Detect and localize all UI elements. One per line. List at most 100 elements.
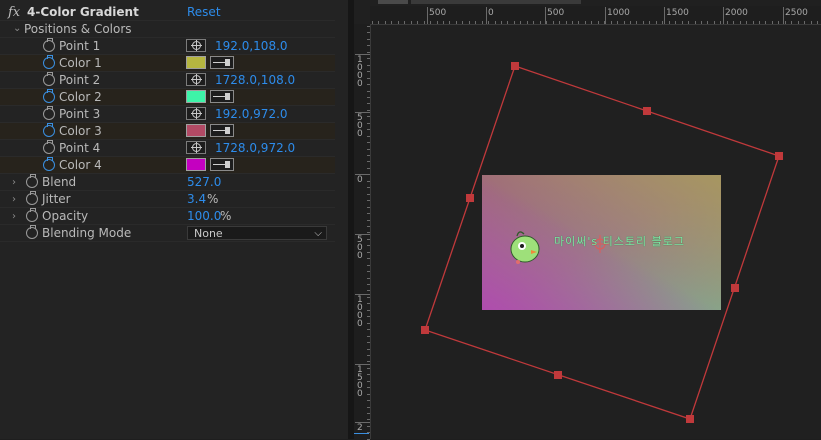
vertical-ruler[interactable]: 1000 500 0 500 1000 1500 2	[354, 24, 371, 440]
color-1-label: Color 1	[59, 56, 102, 70]
jitter-label: Jitter	[42, 192, 71, 206]
effect-header-row[interactable]: fx 4-Color Gradient Reset	[0, 4, 335, 21]
color-1-row: Color 1	[0, 55, 335, 72]
point-2-label: Point 2	[59, 73, 101, 87]
ruler-label: 2000	[725, 8, 748, 18]
handle-top-mid[interactable]	[643, 107, 651, 115]
stopwatch-icon[interactable]	[43, 38, 55, 52]
ruler-major-tick	[486, 7, 487, 24]
opacity-row: › Opacity 100.0 %	[0, 208, 335, 225]
jitter-row: › Jitter 3.4 %	[0, 191, 335, 208]
chevron-right-icon[interactable]: ›	[12, 208, 16, 225]
ruler-label: 1000	[357, 295, 363, 329]
eyedropper-icon[interactable]	[210, 124, 234, 137]
stopwatch-icon[interactable]	[43, 123, 55, 137]
ruler-label: 1500	[666, 8, 689, 18]
eyedropper-icon[interactable]	[210, 158, 234, 171]
blend-label: Blend	[42, 175, 77, 189]
watermark: 마이써's 티스토리 블로그	[504, 230, 714, 262]
stopwatch-icon[interactable]	[26, 225, 38, 239]
color-3-label: Color 3	[59, 124, 102, 138]
stopwatch-icon[interactable]	[43, 140, 55, 154]
ruler-major-tick	[427, 7, 428, 24]
horizontal-ruler[interactable]: 500 0 500 1000 1500 2000 2500	[370, 6, 821, 25]
handle-bottom-left[interactable]	[421, 326, 429, 334]
viewer-tab-bar	[411, 0, 581, 4]
blending-mode-label: Blending Mode	[42, 226, 132, 240]
ruler-label: 2500	[785, 8, 808, 18]
stopwatch-icon[interactable]	[43, 106, 55, 120]
opacity-value[interactable]: 100.0	[187, 208, 221, 225]
ruler-label: 0	[357, 175, 363, 185]
point-3-value[interactable]: 192.0,972.0	[215, 106, 288, 123]
opacity-label: Opacity	[42, 209, 89, 223]
stopwatch-icon[interactable]	[26, 208, 38, 222]
ruler-major-tick	[783, 7, 784, 24]
crosshair-icon[interactable]	[186, 141, 206, 154]
stopwatch-icon[interactable]	[26, 191, 38, 205]
color-2-row: Color 2	[0, 89, 335, 106]
fx-icon[interactable]: fx	[8, 4, 20, 21]
chevron-down-icon: ⌵	[314, 228, 322, 239]
chevron-right-icon[interactable]: ›	[12, 191, 16, 208]
jitter-unit: %	[207, 192, 219, 206]
jitter-value[interactable]: 3.4	[187, 191, 206, 208]
ruler-label: 500	[357, 113, 363, 139]
color-3-row: Color 3	[0, 123, 335, 140]
reset-button[interactable]: Reset	[187, 4, 221, 21]
handle-top-left[interactable]	[511, 62, 519, 70]
ruler-major-tick	[664, 7, 665, 24]
point-4-value[interactable]: 1728.0,972.0	[215, 140, 295, 157]
effect-controls-panel: fx 4-Color Gradient Reset ⌄ Positions & …	[0, 0, 348, 439]
color-2-swatch[interactable]	[186, 90, 206, 103]
stopwatch-icon[interactable]	[43, 157, 55, 171]
color-4-label: Color 4	[59, 158, 102, 172]
group-label: Positions & Colors	[24, 22, 132, 36]
color-3-swatch[interactable]	[186, 124, 206, 137]
viewer-tab[interactable]	[378, 0, 408, 4]
blend-row: › Blend 527.0	[0, 174, 335, 191]
crosshair-icon[interactable]	[186, 73, 206, 86]
ruler-label: 500	[357, 235, 363, 261]
ruler-label: 500	[547, 8, 565, 18]
watermark-text: 마이써's 티스토리 블로그	[554, 235, 685, 248]
effect-name: 4-Color Gradient	[27, 5, 139, 19]
point-2-row: Point 2 1728.0,108.0	[0, 72, 335, 89]
crosshair-icon[interactable]	[186, 107, 206, 120]
ruler-major-tick	[545, 7, 546, 24]
point-1-row: Point 1 192.0,108.0	[0, 38, 335, 55]
ruler-label: 1500	[357, 365, 363, 399]
ruler-label: 1000	[357, 55, 363, 89]
eyedropper-icon[interactable]	[210, 90, 234, 103]
point-3-row: Point 3 192.0,972.0	[0, 106, 335, 123]
point-3-label: Point 3	[59, 107, 101, 121]
ruler-major-tick	[605, 7, 606, 24]
handle-top-right[interactable]	[775, 152, 783, 160]
stopwatch-icon[interactable]	[43, 72, 55, 86]
handle-right-mid[interactable]	[731, 284, 739, 292]
handle-bottom-right[interactable]	[686, 415, 694, 423]
ruler-label: 1000	[607, 8, 630, 18]
stopwatch-icon[interactable]	[26, 174, 38, 188]
point-4-label: Point 4	[59, 141, 101, 155]
chevron-right-icon[interactable]: ›	[12, 174, 16, 191]
ruler-label: 2	[357, 423, 363, 433]
blend-value[interactable]: 527.0	[187, 174, 221, 191]
eyedropper-icon[interactable]	[210, 56, 234, 69]
blending-mode-select[interactable]: None ⌵	[187, 226, 327, 240]
stopwatch-icon[interactable]	[43, 89, 55, 103]
blending-mode-row: Blending Mode None ⌵	[0, 225, 335, 242]
handle-bottom-mid[interactable]	[554, 371, 562, 379]
chevron-down-icon[interactable]: ⌄	[13, 20, 21, 37]
ruler-label: 0	[488, 8, 494, 18]
color-1-swatch[interactable]	[186, 56, 206, 69]
point-4-row: Point 4 1728.0,972.0	[0, 140, 335, 157]
color-4-swatch[interactable]	[186, 158, 206, 171]
handle-left-mid[interactable]	[466, 194, 474, 202]
crosshair-icon[interactable]	[186, 39, 206, 52]
ruler-label: 500	[429, 8, 447, 18]
point-1-value[interactable]: 192.0,108.0	[215, 38, 288, 55]
point-2-value[interactable]: 1728.0,108.0	[215, 72, 295, 89]
positions-colors-group[interactable]: ⌄ Positions & Colors	[0, 21, 335, 38]
stopwatch-icon[interactable]	[43, 55, 55, 69]
